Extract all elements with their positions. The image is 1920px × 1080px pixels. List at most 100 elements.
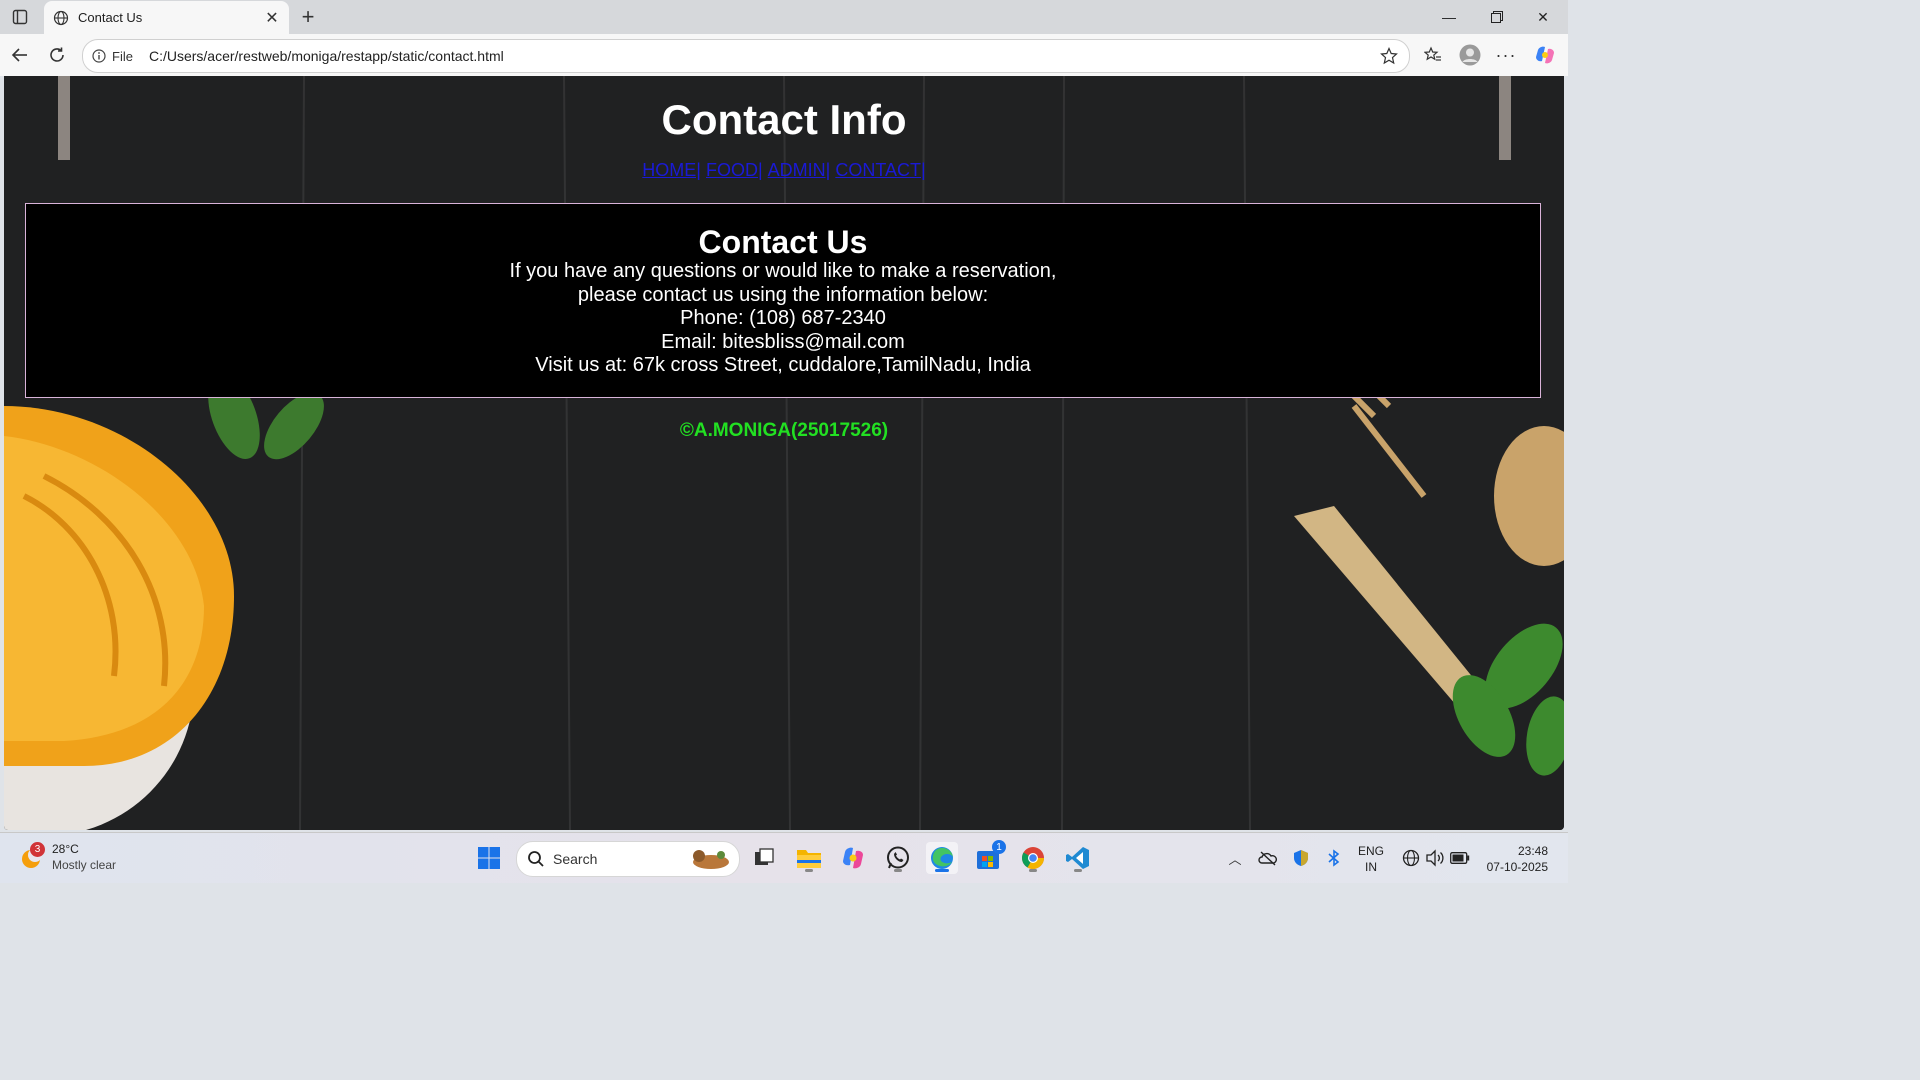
search-highlight-icon — [685, 846, 733, 872]
contact-address: Visit us at: 67k cross Street, cuddalore… — [535, 354, 1031, 377]
main-nav: HOME| FOOD| ADMIN| CONTACT| — [4, 159, 1564, 181]
profile-button[interactable] — [1457, 42, 1483, 68]
minimize-button[interactable]: — — [1426, 4, 1472, 30]
running-indicator — [894, 869, 902, 872]
task-view-icon — [755, 848, 774, 865]
footer-credit: ©A.MONIGA(25017526) — [679, 420, 889, 441]
onedrive-offline-icon — [1258, 851, 1277, 866]
shield-icon — [1294, 850, 1308, 866]
url-scheme-label: File — [112, 48, 133, 64]
vscode-button[interactable] — [1062, 842, 1094, 874]
task-view-button[interactable] — [748, 842, 780, 874]
copilot-button[interactable] — [1532, 42, 1558, 68]
taskbar: 3 28°C Mostly clear Search 1 ︿ ENG IN 23… — [0, 832, 1568, 883]
page-content: Contact Info HOME| FOOD| ADMIN| CONTACT| Co… — [4, 76, 1564, 830]
whatsapp-icon — [887, 846, 909, 869]
more-options-button[interactable]: ··· — [1493, 42, 1519, 68]
back-button[interactable] — [7, 42, 33, 68]
contact-intro-line-1: If you have any questions or would like … — [509, 260, 1057, 282]
file-explorer-icon — [797, 850, 821, 868]
page-title: Contact Info — [661, 96, 907, 143]
nav-link-home[interactable]: HOME| — [642, 160, 701, 180]
close-tab-icon[interactable]: ✕ — [261, 7, 283, 29]
search-label: Search — [553, 851, 598, 867]
refresh-icon — [50, 47, 64, 62]
battery-icon — [1450, 852, 1470, 864]
url-text[interactable]: C:/Users/acer/restweb/moniga/restapp/sta… — [149, 48, 1377, 64]
copilot-icon — [1536, 46, 1554, 64]
plus-icon: + — [301, 4, 315, 29]
refresh-button[interactable] — [44, 42, 70, 68]
restore-button[interactable] — [1474, 4, 1520, 30]
weather-moon-icon: 3 — [18, 842, 45, 870]
contact-email: Email: bitesbliss@mail.com — [661, 330, 905, 353]
windows-start-icon — [478, 847, 500, 869]
battery-button[interactable] — [1448, 847, 1472, 869]
browser-toolbar: File C:/Users/acer/restweb/moniga/restap… — [0, 34, 1568, 76]
show-hidden-icons-button[interactable]: ︿ — [1223, 847, 1247, 869]
system-clock[interactable]: 23:48 07-10-2025 — [1480, 843, 1548, 875]
back-arrow-icon — [11, 48, 27, 62]
info-icon[interactable] — [91, 48, 107, 64]
globe-network-icon — [1402, 849, 1420, 867]
running-indicator — [805, 869, 813, 872]
chevron-up-icon: ︿ — [1228, 851, 1242, 867]
taskbar-search[interactable]: Search — [516, 841, 740, 877]
tab-title: Contact Us — [78, 10, 143, 25]
chrome-button[interactable] — [1017, 842, 1049, 874]
region-code: IN — [1365, 860, 1377, 874]
copilot-taskbar-button[interactable] — [837, 842, 869, 874]
edge-icon — [931, 847, 953, 869]
clock-date: 07-10-2025 — [1486, 860, 1548, 874]
favorites-button[interactable] — [1420, 42, 1446, 68]
weather-condition: Mostly clear — [52, 858, 117, 872]
language-indicator[interactable]: ENG IN — [1358, 843, 1384, 875]
active-indicator — [935, 869, 949, 872]
more-options-icon: ··· — [1495, 44, 1517, 65]
minimize-icon: — — [1442, 9, 1456, 25]
file-explorer-button[interactable] — [793, 842, 825, 874]
page-viewport: Contact Info HOME| FOOD| ADMIN| CONTACT| Co… — [4, 76, 1564, 830]
vscode-icon — [1066, 847, 1089, 869]
weather-temp: 28°C — [52, 842, 79, 856]
contact-heading: Contact Us — [698, 224, 868, 260]
close-icon: ✕ — [1537, 8, 1549, 25]
clock-time: 23:48 — [1517, 844, 1548, 858]
browser-tab-bar: Contact Us ✕ + — ✕ — [0, 0, 1568, 34]
security-button[interactable] — [1289, 847, 1313, 869]
favorite-star-icon[interactable] — [1377, 44, 1401, 68]
store-badge: 1 — [992, 840, 1006, 854]
edge-button[interactable] — [926, 842, 958, 874]
nav-link-food[interactable]: FOOD| — [706, 160, 763, 180]
start-button[interactable] — [473, 842, 505, 874]
tab-actions-icon — [12, 9, 28, 25]
browser-tab[interactable]: Contact Us ✕ — [44, 1, 289, 34]
close-window-button[interactable]: ✕ — [1520, 4, 1566, 30]
bluetooth-icon — [1328, 849, 1340, 867]
onedrive-button[interactable] — [1256, 847, 1280, 869]
network-button[interactable] — [1399, 847, 1423, 869]
volume-button[interactable] — [1423, 847, 1447, 869]
bluetooth-button[interactable] — [1322, 847, 1346, 869]
nav-link-contact[interactable]: CONTACT| — [835, 160, 925, 180]
contact-intro-line-2: please contact us using the information … — [577, 283, 989, 306]
tab-actions-button[interactable] — [8, 6, 32, 28]
contact-section: Contact Us If you have any questions or … — [25, 203, 1541, 398]
address-bar[interactable]: File C:/Users/acer/restweb/moniga/restap… — [82, 39, 1410, 73]
search-icon — [527, 850, 545, 868]
copilot-icon — [843, 847, 863, 869]
microsoft-store-button[interactable]: 1 — [972, 840, 1006, 874]
favorites-icon — [1424, 46, 1441, 61]
whatsapp-button[interactable] — [882, 842, 914, 874]
contact-phone: Phone: (108) 687-2340 — [680, 307, 886, 330]
running-indicator — [1074, 869, 1082, 872]
new-tab-button[interactable]: + — [296, 4, 320, 29]
chrome-icon — [1022, 847, 1044, 869]
nav-link-admin[interactable]: ADMIN| — [768, 160, 831, 180]
weather-widget[interactable]: 3 28°C Mostly clear — [18, 841, 116, 873]
volume-icon — [1426, 849, 1444, 867]
language-code: ENG — [1358, 844, 1385, 858]
profile-avatar-icon — [1459, 44, 1481, 66]
globe-icon — [52, 9, 70, 27]
running-indicator — [1029, 869, 1037, 872]
